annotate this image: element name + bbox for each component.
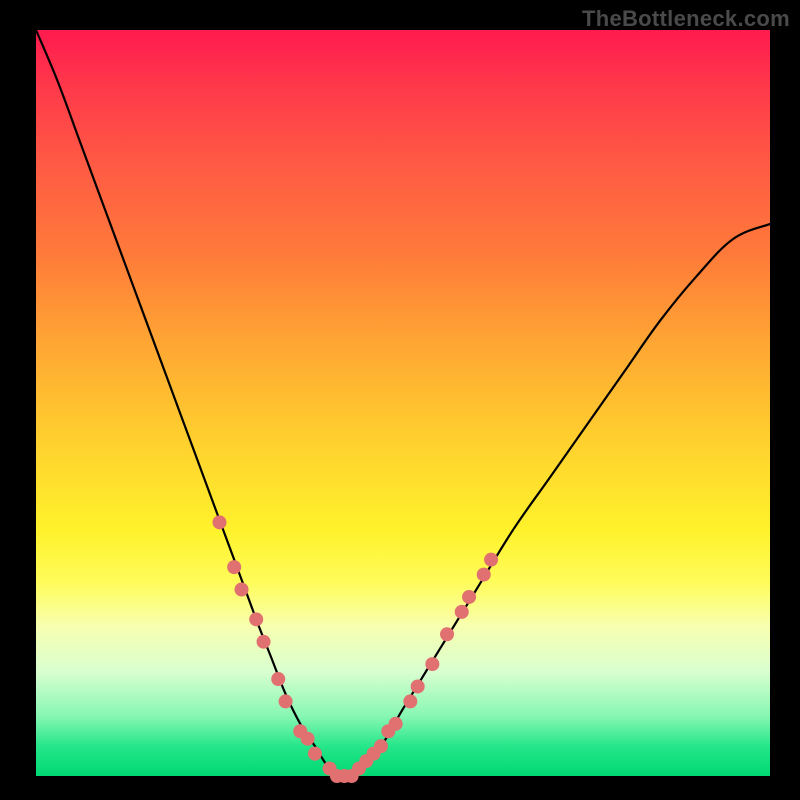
curve-marker <box>411 679 425 693</box>
curve-marker <box>279 694 293 708</box>
curve-marker <box>455 605 469 619</box>
chart-svg <box>36 30 770 776</box>
curve-marker <box>425 657 439 671</box>
outer-frame: TheBottleneck.com <box>0 0 800 800</box>
curve-marker <box>308 747 322 761</box>
curve-marker <box>477 568 491 582</box>
curve-marker <box>484 553 498 567</box>
curve-marker <box>462 590 476 604</box>
curve-marker <box>249 612 263 626</box>
curve-marker <box>374 739 388 753</box>
watermark-text: TheBottleneck.com <box>582 6 790 32</box>
curve-marker <box>213 515 227 529</box>
curve-marker <box>389 717 403 731</box>
plot-area <box>36 30 770 776</box>
curve-marker <box>235 583 249 597</box>
curve-marker <box>271 672 285 686</box>
bottleneck-curve <box>36 30 770 776</box>
curve-markers <box>213 515 499 783</box>
curve-marker <box>257 635 271 649</box>
curve-marker <box>227 560 241 574</box>
curve-marker <box>301 732 315 746</box>
curve-marker <box>440 627 454 641</box>
curve-marker <box>403 694 417 708</box>
